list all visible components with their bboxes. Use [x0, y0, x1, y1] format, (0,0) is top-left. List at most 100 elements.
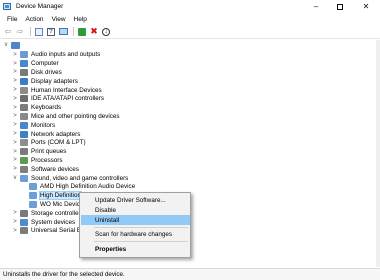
tree-item-hid[interactable]: > Human Interface Devices	[12, 86, 102, 95]
forward-arrow-icon[interactable]: ⇨	[15, 27, 25, 37]
computer-icon	[20, 60, 28, 68]
maximize-button[interactable]	[328, 0, 352, 13]
tree-item-ide-controllers[interactable]: > IDE ATA/ATAPI controllers	[12, 95, 104, 104]
menu-view[interactable]: View	[48, 16, 70, 23]
system-device-icon	[20, 218, 28, 226]
maximize-icon	[337, 3, 343, 10]
menu-item-update-driver[interactable]: Update Driver Software...	[81, 195, 190, 205]
menu-item-scan-hardware[interactable]: Scan for hardware changes	[81, 229, 190, 239]
expand-arrow-icon[interactable]: >	[12, 210, 18, 216]
title-bar: Device Manager – ✕	[0, 0, 380, 13]
tree-item-wo-mic[interactable]: WO Mic Devic	[21, 200, 80, 209]
scan-button[interactable]	[58, 27, 68, 37]
hid-icon	[20, 86, 28, 94]
tree-item-label: System devices	[31, 218, 76, 226]
tree-item-network-adapters[interactable]: > Network adapters	[12, 130, 80, 139]
tree-item-label: Keyboards	[31, 104, 62, 112]
speaker-icon	[29, 192, 37, 200]
expand-arrow-icon[interactable]: >	[12, 113, 18, 119]
port-icon	[20, 139, 28, 147]
tree-item-sound-video-game[interactable]: v Sound, video and game controllers	[12, 174, 128, 183]
expand-arrow-icon[interactable]: >	[12, 78, 18, 84]
menu-bar: File Action View Help	[0, 13, 380, 25]
menu-action[interactable]: Action	[21, 16, 47, 23]
menu-separator	[94, 227, 188, 228]
speaker-icon	[20, 174, 28, 182]
menu-item-uninstall[interactable]: Uninstall	[81, 215, 190, 225]
toolbar-separator	[30, 27, 31, 36]
menu-file[interactable]: File	[3, 16, 21, 23]
vertical-scrollbar[interactable]	[376, 40, 380, 267]
expand-arrow-icon[interactable]: >	[12, 96, 18, 102]
expand-arrow-icon[interactable]: >	[12, 122, 18, 128]
tree-item-label: High Definition	[39, 191, 82, 201]
download-icon: ↓	[102, 27, 110, 36]
menu-separator	[94, 241, 188, 242]
menu-help[interactable]: Help	[70, 16, 91, 23]
help-icon: ?	[47, 27, 55, 36]
tree-item-audio-inputs[interactable]: > Audio inputs and outputs	[12, 51, 100, 60]
menu-item-properties[interactable]: Properties	[81, 244, 190, 254]
back-arrow-icon[interactable]: ⇦	[3, 27, 13, 37]
computer-icon	[58, 28, 68, 35]
status-bar: Uninstalls the driver for the selected d…	[0, 268, 380, 280]
expand-arrow-icon[interactable]: >	[12, 131, 18, 137]
tree-item-storage-controllers[interactable]: > Storage controller	[12, 209, 81, 218]
tree-item-display-adapters[interactable]: > Display adapters	[12, 77, 78, 86]
tree-item-label: WO Mic Devic	[40, 200, 80, 208]
tree-item-usb[interactable]: > Universal Serial Bus	[12, 227, 88, 236]
speaker-icon	[29, 200, 37, 208]
printer-icon	[20, 148, 28, 156]
tree-item-ports[interactable]: > Ports (COM & LPT)	[12, 139, 86, 148]
collapse-arrow-icon[interactable]: v	[12, 175, 18, 181]
expand-arrow-icon[interactable]: >	[12, 61, 18, 67]
expand-arrow-icon[interactable]: >	[12, 157, 18, 163]
tree-item-keyboards[interactable]: > Keyboards	[12, 103, 61, 112]
tree-item-monitors[interactable]: > Monitors	[12, 121, 55, 130]
tree-item-label: Human Interface Devices	[31, 86, 102, 94]
properties-icon	[35, 27, 43, 36]
tree-item-amd-hd-audio[interactable]: AMD High Definition Audio Device	[21, 183, 135, 192]
menu-item-disable[interactable]: Disable	[81, 205, 190, 215]
expand-arrow-icon[interactable]: >	[12, 69, 18, 75]
tree-item-mice[interactable]: > Mice and other pointing devices	[12, 112, 120, 121]
close-button[interactable]: ✕	[354, 0, 378, 13]
expand-arrow-icon[interactable]: >	[12, 166, 18, 172]
tree-root[interactable]: v	[3, 41, 23, 50]
tree-item-label: Processors	[31, 156, 63, 164]
help-button[interactable]: ?	[46, 27, 56, 37]
update-driver-button[interactable]	[77, 27, 87, 37]
tree-item-disk-drives[interactable]: > Disk drives	[12, 68, 62, 77]
tree-item-high-definition-selected[interactable]: High Definition	[21, 191, 82, 201]
tree-item-software-devices[interactable]: > Software devices	[12, 165, 79, 174]
mouse-icon	[20, 112, 28, 120]
expand-arrow-icon[interactable]: >	[12, 149, 18, 155]
tree-item-computer[interactable]: > Computer	[12, 59, 59, 68]
expand-arrow-icon[interactable]: >	[12, 87, 18, 93]
tree-item-label: Network adapters	[31, 130, 81, 138]
tree-item-label: Sound, video and game controllers	[31, 174, 129, 182]
tree-item-system-devices[interactable]: > System devices	[12, 218, 75, 227]
tree-item-label: Disk drives	[31, 68, 62, 76]
tree-item-print-queues[interactable]: > Print queues	[12, 147, 66, 156]
expand-arrow-icon[interactable]: >	[12, 140, 18, 146]
tree-item-processors[interactable]: > Processors	[12, 156, 63, 165]
speaker-icon	[20, 51, 28, 59]
enable-device-button[interactable]: ↓	[101, 27, 111, 37]
expand-arrow-icon[interactable]: >	[12, 105, 18, 111]
tree-item-label: Storage controller	[31, 209, 81, 217]
collapse-arrow-icon[interactable]: v	[3, 42, 9, 48]
expand-arrow-icon[interactable]: >	[12, 52, 18, 58]
properties-button[interactable]	[34, 27, 44, 37]
expand-arrow-icon[interactable]: >	[12, 219, 18, 225]
status-text: Uninstalls the driver for the selected d…	[3, 271, 125, 278]
toolbar-separator	[73, 27, 74, 36]
tree-item-label: Software devices	[31, 165, 79, 173]
tree-item-label: Mice and other pointing devices	[31, 112, 120, 120]
toolbar: ⇦ ⇨ ? ✖ ↓	[0, 25, 380, 39]
minimize-button[interactable]: –	[304, 0, 328, 13]
expand-arrow-icon[interactable]: >	[12, 228, 18, 234]
uninstall-icon[interactable]: ✖	[89, 27, 99, 37]
ide-controller-icon	[20, 95, 28, 103]
device-manager-icon	[3, 3, 11, 10]
